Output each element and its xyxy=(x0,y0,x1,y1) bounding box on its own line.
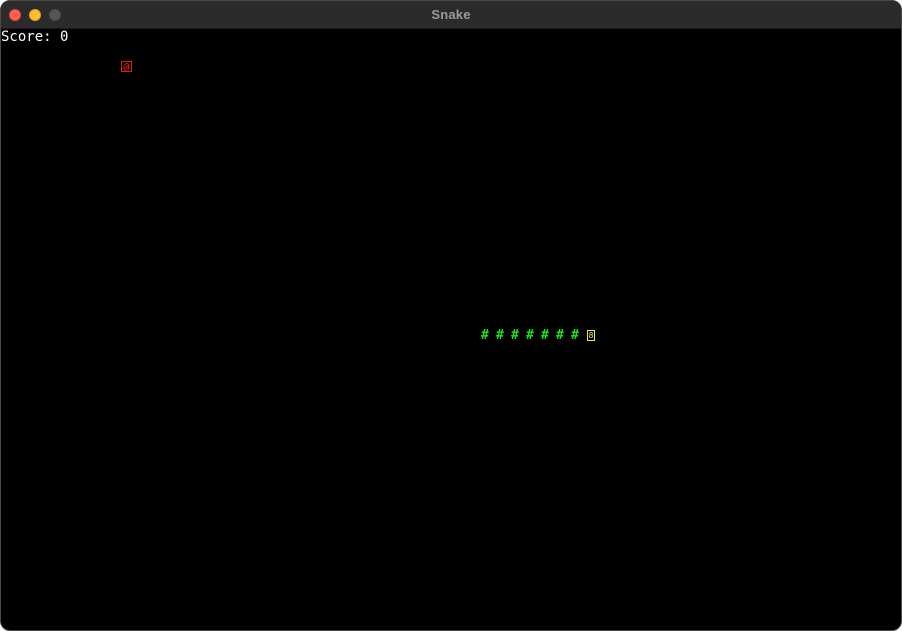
score-value: 0 xyxy=(60,29,69,45)
title-bar[interactable]: Snake xyxy=(1,1,901,29)
snake-head: 8 xyxy=(587,330,595,341)
snake-body-segment: # xyxy=(526,328,534,343)
game-window: Snake Score: 0 @ # # # # # # #8 xyxy=(0,0,902,631)
game-canvas[interactable]: Score: 0 @ # # # # # # #8 xyxy=(1,29,901,630)
score-display: Score: 0 xyxy=(1,29,68,45)
snake-body-segment: # xyxy=(481,328,489,343)
snake-body-segment: # xyxy=(571,328,579,343)
snake-body-segment: # xyxy=(556,328,564,343)
score-label: Score: xyxy=(1,29,52,45)
snake-body-segment: # xyxy=(511,328,519,343)
snake-body-segment: # xyxy=(496,328,504,343)
window-title: Snake xyxy=(431,7,471,22)
snake-body-segment: # xyxy=(541,328,549,343)
food-item: @ xyxy=(121,61,132,73)
